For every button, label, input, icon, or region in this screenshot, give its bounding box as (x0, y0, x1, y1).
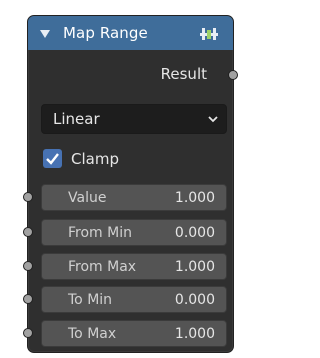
input-field-from-max[interactable]: From Max 1.000 (41, 253, 227, 280)
input-socket-from-max[interactable] (23, 261, 33, 271)
field-label: From Min (68, 224, 132, 241)
input-field-from-min[interactable]: From Min 0.000 (41, 219, 227, 246)
field-label: To Min (68, 291, 113, 308)
output-result-label: Result (160, 65, 207, 83)
map-range-node[interactable]: Map Range Result Linear Clamp Value 1.00… (23, 15, 238, 353)
node-group-icon[interactable] (199, 27, 219, 41)
output-socket[interactable] (228, 70, 238, 80)
input-socket-to-min[interactable] (23, 294, 33, 304)
field-value: 1.000 (174, 189, 215, 206)
clamp-checkbox[interactable] (43, 149, 62, 168)
field-value: 0.000 (174, 291, 215, 308)
field-value: 0.000 (174, 224, 215, 241)
node-title: Map Range (63, 24, 148, 42)
input-socket-from-min[interactable] (23, 227, 33, 237)
collapse-arrow-icon[interactable] (40, 29, 50, 38)
field-label: Value (68, 189, 107, 206)
interpolation-value: Linear (53, 110, 100, 128)
chevron-down-icon (208, 116, 218, 123)
checkmark-icon (46, 153, 59, 165)
field-value: 1.000 (174, 325, 215, 342)
node-header[interactable]: Map Range (28, 16, 233, 50)
field-label: To Max (68, 325, 117, 342)
clamp-label: Clamp (71, 149, 119, 168)
field-value: 1.000 (174, 258, 215, 275)
field-label: From Max (68, 258, 137, 275)
input-socket-value[interactable] (23, 192, 33, 202)
input-socket-to-max[interactable] (23, 328, 33, 338)
clamp-checkbox-row[interactable]: Clamp (43, 149, 119, 168)
input-field-to-min[interactable]: To Min 0.000 (41, 286, 227, 313)
input-field-value[interactable]: Value 1.000 (41, 184, 227, 211)
interpolation-dropdown[interactable]: Linear (41, 104, 227, 134)
input-field-to-max[interactable]: To Max 1.000 (41, 320, 227, 347)
